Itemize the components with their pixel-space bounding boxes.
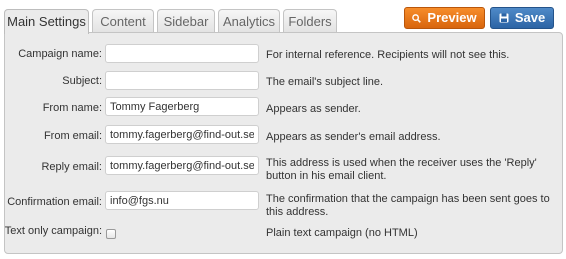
campaign-settings-form: Campaign name: For internal reference. R… [0, 0, 566, 259]
confirmation-email-input[interactable] [105, 191, 259, 210]
subject-help: The email's subject line. [266, 76, 384, 88]
text-only-checkbox[interactable] [106, 229, 116, 239]
text-only-label: Text only campaign: [4, 225, 102, 237]
from-name-help: Appears as sender. [266, 103, 361, 115]
from-email-input[interactable] [105, 125, 259, 144]
campaign-name-label: Campaign name: [18, 48, 102, 60]
from-email-help: Appears as sender's email address. [266, 131, 441, 143]
subject-label: Subject: [62, 75, 102, 87]
from-name-label: From name: [42, 102, 102, 114]
confirmation-email-help: The confirmation that the campaign has b… [266, 193, 550, 218]
reply-email-label: Reply email: [41, 161, 102, 173]
from-name-input[interactable] [105, 97, 259, 116]
campaign-name-input[interactable] [105, 44, 259, 63]
from-email-label: From email: [43, 130, 102, 142]
text-only-help: Plain text campaign (no HTML) [266, 227, 418, 239]
reply-email-input[interactable] [105, 156, 259, 175]
campaign-name-help: For internal reference. Recipients will … [266, 49, 510, 61]
reply-email-help: This address is used when the receiver u… [266, 157, 537, 182]
subject-input[interactable] [105, 71, 259, 90]
confirmation-email-label: Confirmation email: [7, 196, 102, 208]
